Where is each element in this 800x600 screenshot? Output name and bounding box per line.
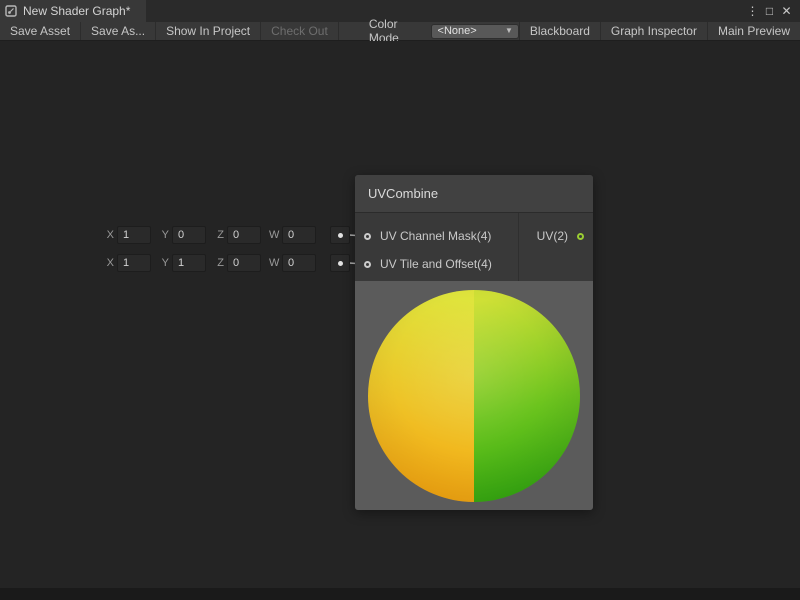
connector-dot-icon: [338, 233, 343, 238]
sphere-shading: [368, 290, 580, 502]
node-title[interactable]: UVCombine: [355, 175, 593, 213]
canvas-bottom-edge: [0, 588, 800, 600]
vector4-editor-row-1: X 1 Y 0 Z 0 W 0: [104, 226, 350, 244]
axis-label-x: X: [104, 257, 114, 269]
tab-title: New Shader Graph*: [23, 4, 130, 18]
chevron-down-icon: ▼: [505, 27, 513, 35]
output-port-row: UV(2): [519, 222, 593, 250]
graph-canvas[interactable]: X 1 Y 0 Z 0 W 0 X 1 Y 1 Z 0 W 0 UVCombin…: [0, 41, 800, 588]
input-port-label: UV Tile and Offset(4): [380, 257, 492, 271]
axis-label-z: Z: [214, 257, 224, 269]
y-value-field[interactable]: 0: [172, 226, 206, 244]
node-inputs: UV Channel Mask(4) UV Tile and Offset(4): [355, 213, 518, 281]
save-as-button[interactable]: Save As...: [81, 22, 156, 40]
input-port-label: UV Channel Mask(4): [380, 229, 491, 243]
axis-label-w: W: [269, 257, 279, 269]
x-value-field[interactable]: 1: [117, 226, 151, 244]
node-port-area: UV Channel Mask(4) UV Tile and Offset(4)…: [355, 213, 593, 281]
axis-label-x: X: [104, 229, 114, 241]
w-value-field[interactable]: 0: [282, 226, 316, 244]
blackboard-toggle-button[interactable]: Blackboard: [519, 22, 600, 40]
uv-preview-sphere: [368, 290, 580, 502]
graph-inspector-toggle-button[interactable]: Graph Inspector: [600, 22, 707, 40]
shader-graph-icon: [5, 5, 17, 17]
port-connector-box[interactable]: [330, 254, 350, 272]
window-menu-icon[interactable]: ⋮: [744, 2, 761, 20]
node-preview: [355, 281, 593, 510]
check-out-button[interactable]: Check Out: [261, 22, 339, 40]
vector4-editor-row-2: X 1 Y 1 Z 0 W 0: [104, 254, 350, 272]
axis-label-z: Z: [214, 229, 224, 241]
close-icon[interactable]: ✕: [778, 2, 795, 20]
main-preview-toggle-button[interactable]: Main Preview: [707, 22, 800, 40]
input-port-icon[interactable]: [364, 233, 371, 240]
x-value-field[interactable]: 1: [117, 254, 151, 272]
w-value-field[interactable]: 0: [282, 254, 316, 272]
color-mode-dropdown[interactable]: <None> ▼: [431, 24, 519, 39]
z-value-field[interactable]: 0: [227, 226, 261, 244]
y-value-field[interactable]: 1: [172, 254, 206, 272]
input-port-row: UV Tile and Offset(4): [355, 250, 518, 278]
window-controls: ⋮ □ ✕: [744, 0, 800, 22]
maximize-icon[interactable]: □: [761, 2, 778, 20]
output-port-label: UV(2): [537, 229, 568, 243]
connector-dot-icon: [338, 261, 343, 266]
z-value-field[interactable]: 0: [227, 254, 261, 272]
tab-new-shader-graph[interactable]: New Shader Graph*: [0, 0, 146, 22]
axis-label-w: W: [269, 229, 279, 241]
axis-label-y: Y: [159, 257, 169, 269]
color-mode-value: <None>: [438, 25, 477, 37]
save-asset-button[interactable]: Save Asset: [0, 22, 81, 40]
node-outputs: UV(2): [518, 213, 593, 281]
port-connector-box[interactable]: [330, 226, 350, 244]
axis-label-y: Y: [159, 229, 169, 241]
show-in-project-button[interactable]: Show In Project: [156, 22, 261, 40]
titlebar-spacer: [146, 0, 744, 22]
toolbar-right-group: Blackboard Graph Inspector Main Preview: [519, 22, 800, 40]
output-port-icon[interactable]: [577, 233, 584, 240]
toolbar: Save Asset Save As... Show In Project Ch…: [0, 22, 800, 41]
color-mode-group: Color Mode <None> ▼: [369, 22, 519, 40]
input-port-row: UV Channel Mask(4): [355, 222, 518, 250]
input-port-icon[interactable]: [364, 261, 371, 268]
uvcombine-node[interactable]: UVCombine UV Channel Mask(4) UV Tile and…: [355, 175, 593, 510]
